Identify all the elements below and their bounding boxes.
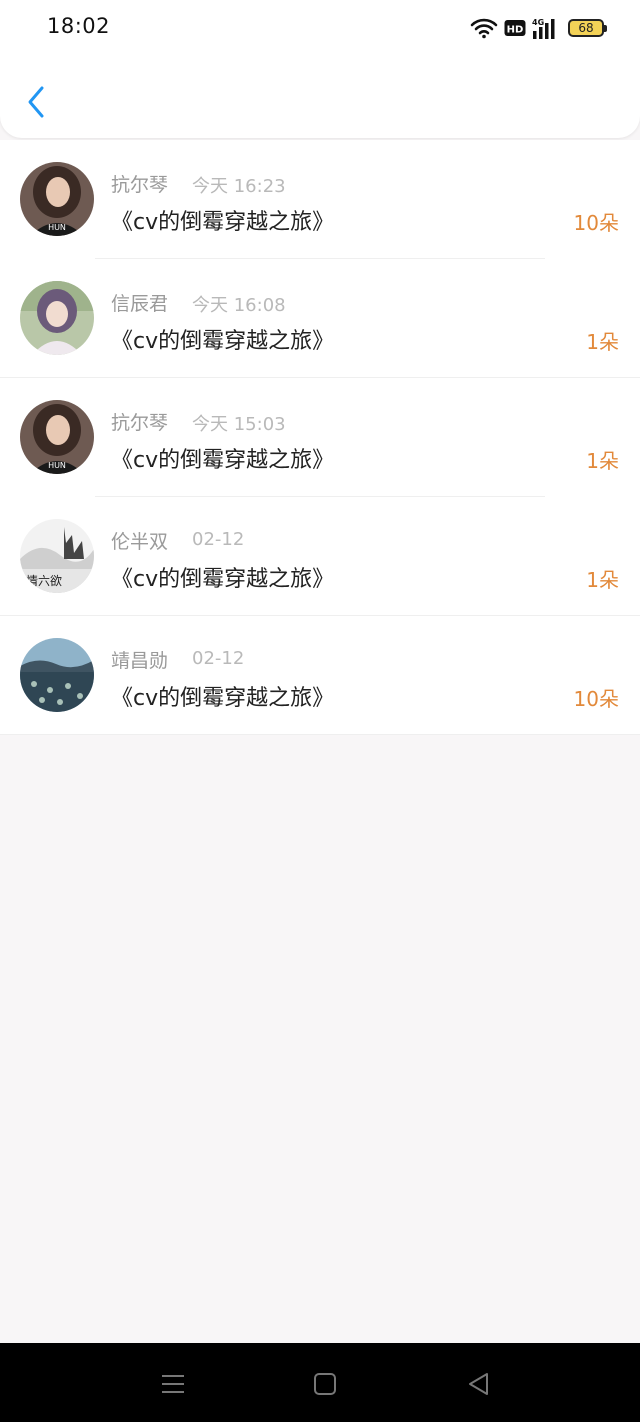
divider xyxy=(0,734,640,735)
list-item[interactable]: 靖昌勋 02-12 《cv的倒霉穿越之旅》 10朵 xyxy=(0,616,640,735)
avatar[interactable] xyxy=(20,281,94,355)
book-title: 《cv的倒霉穿越之旅》 xyxy=(111,329,335,354)
sent-time: 02-12 xyxy=(192,648,245,669)
sent-time: 今天 16:08 xyxy=(192,295,286,316)
status-icons: HD 4G 68 xyxy=(470,16,607,40)
status-time: 18:02 xyxy=(47,14,111,38)
home-button[interactable] xyxy=(310,1369,340,1399)
sender-name: 伦半双 xyxy=(111,531,169,553)
avatar-overlay-text: 情六欲 xyxy=(26,574,62,588)
list-item[interactable]: HUN 抗尔琴 今天 16:23 《cv的倒霉穿越之旅》 10朵 xyxy=(0,140,640,259)
sent-time: 02-12 xyxy=(192,529,245,550)
back-button[interactable] xyxy=(18,84,54,124)
gift-amount: 10朵 xyxy=(573,687,619,711)
svg-text:HUN: HUN xyxy=(48,223,66,232)
gift-amount: 1朵 xyxy=(586,330,619,354)
gift-amount: 1朵 xyxy=(586,449,619,473)
book-title: 《cv的倒霉穿越之旅》 xyxy=(111,686,335,711)
sender-name: 抗尔琴 xyxy=(111,174,169,196)
gift-amount: 10朵 xyxy=(573,211,619,235)
battery-icon: 68 xyxy=(568,19,607,37)
system-nav-bar xyxy=(0,1343,640,1422)
network-text: 4G xyxy=(532,18,544,27)
battery-level: 68 xyxy=(578,21,594,35)
book-title: 《cv的倒霉穿越之旅》 xyxy=(111,448,335,473)
header: 18:02 HD 4G 68 xyxy=(0,0,640,138)
gift-list: HUN 抗尔琴 今天 16:23 《cv的倒霉穿越之旅》 10朵 信辰君 今天 … xyxy=(0,140,640,735)
status-bar: 18:02 HD 4G 68 xyxy=(0,0,640,56)
sender-name: 靖昌勋 xyxy=(111,650,169,672)
back-triangle-icon xyxy=(464,1373,494,1403)
avatar[interactable]: 情六欲 xyxy=(20,519,94,593)
avatar[interactable]: HUN xyxy=(20,400,94,474)
sent-time: 今天 15:03 xyxy=(192,414,286,435)
hd-icon: HD xyxy=(504,19,526,37)
avatar[interactable]: HUN xyxy=(20,162,94,236)
gift-amount: 1朵 xyxy=(586,568,619,592)
list-item[interactable]: HUN 抗尔琴 今天 15:03 《cv的倒霉穿越之旅》 1朵 xyxy=(0,378,640,497)
signal-4g-icon: 4G xyxy=(532,17,562,39)
avatar[interactable] xyxy=(20,638,94,712)
wifi-icon xyxy=(470,17,498,39)
chevron-left-icon xyxy=(26,85,46,123)
menu-icon xyxy=(158,1375,188,1403)
sent-time: 今天 16:23 xyxy=(192,176,286,197)
book-title: 《cv的倒霉穿越之旅》 xyxy=(111,567,335,592)
home-icon xyxy=(310,1373,340,1403)
menu-button[interactable] xyxy=(158,1369,188,1399)
list-item[interactable]: 情六欲 伦半双 02-12 《cv的倒霉穿越之旅》 1朵 xyxy=(0,497,640,616)
sender-name: 抗尔琴 xyxy=(111,412,169,434)
list-item[interactable]: 信辰君 今天 16:08 《cv的倒霉穿越之旅》 1朵 xyxy=(0,259,640,378)
sender-name: 信辰君 xyxy=(111,293,169,315)
book-title: 《cv的倒霉穿越之旅》 xyxy=(111,210,335,235)
nav-back-button[interactable] xyxy=(464,1369,494,1399)
svg-text:HUN: HUN xyxy=(48,461,66,470)
screen: 18:02 HD 4G 68 HUN 抗尔琴 今天 16:23 《cv的倒霉穿越… xyxy=(0,0,640,1422)
hd-badge-text: HD xyxy=(507,25,524,36)
